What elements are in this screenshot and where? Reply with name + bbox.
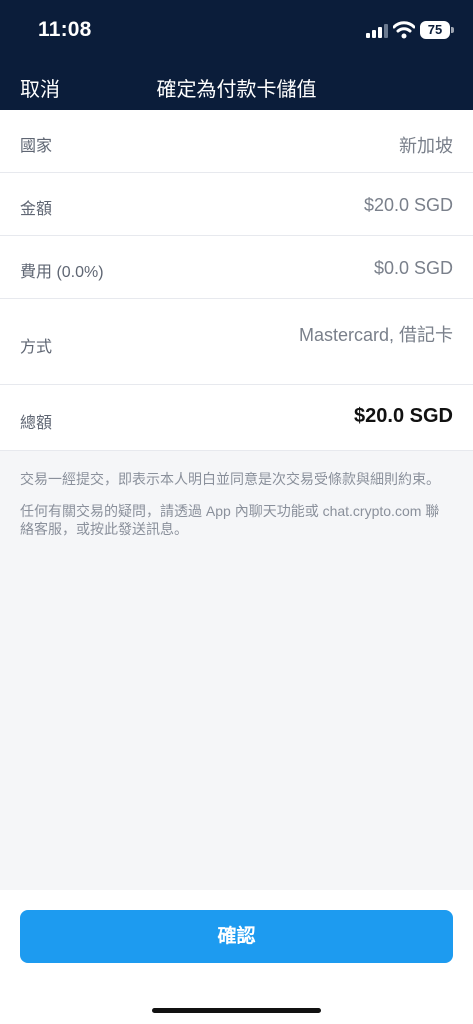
screen: 11:08 75 取消 確定為付款卡儲值 國家 新加坡 金額 $20.0 SGD… xyxy=(0,0,473,1024)
support-note[interactable]: 任何有關交易的疑問，請透過 App 內聊天功能或 chat.crypto.com… xyxy=(20,502,453,538)
row-fee: 費用 (0.0%) $0.0 SGD xyxy=(0,236,473,299)
signal-icon xyxy=(366,24,388,38)
battery-tip xyxy=(451,27,454,33)
page-title: 確定為付款卡儲值 xyxy=(156,79,317,101)
status-time: 11:08 xyxy=(38,18,92,41)
row-value: Mastercard, 借記卡 xyxy=(298,325,453,345)
row-total: 總額 $20.0 SGD xyxy=(0,385,473,451)
row-label: 費用 (0.0%) xyxy=(20,264,104,281)
row-value: 新加坡 xyxy=(399,136,453,156)
bottom-bar: 確認 xyxy=(0,890,473,1024)
row-label: 金額 xyxy=(20,201,53,218)
row-label: 方式 xyxy=(20,339,53,356)
home-indicator xyxy=(152,1008,321,1013)
status-bar: 11:08 75 xyxy=(0,0,473,60)
wifi-icon xyxy=(393,21,415,39)
row-country: 國家 新加坡 xyxy=(0,110,473,173)
battery-icon: 75 xyxy=(420,21,454,39)
nav-bar: 取消 確定為付款卡儲值 xyxy=(0,60,473,110)
row-value: $20.0 SGD xyxy=(354,405,453,427)
notes: 交易一經提交，即表示本人明白並同意是次交易受條款與細則約束。 任何有關交易的疑問… xyxy=(20,470,453,552)
row-value: $20.0 SGD xyxy=(363,195,453,215)
details-list: 國家 新加坡 金額 $20.0 SGD 費用 (0.0%) $0.0 SGD 方… xyxy=(0,110,473,451)
battery-level: 75 xyxy=(420,21,450,39)
header: 11:08 75 取消 確定為付款卡儲值 xyxy=(0,0,473,110)
row-value: $0.0 SGD xyxy=(373,258,453,278)
row-method: 方式 Mastercard, 借記卡 xyxy=(0,299,473,385)
row-label: 總額 xyxy=(20,415,53,432)
terms-note: 交易一經提交，即表示本人明白並同意是次交易受條款與細則約束。 xyxy=(20,471,440,487)
row-label: 國家 xyxy=(20,138,53,155)
confirm-button[interactable]: 確認 xyxy=(20,910,453,963)
row-amount: 金額 $20.0 SGD xyxy=(0,173,473,236)
